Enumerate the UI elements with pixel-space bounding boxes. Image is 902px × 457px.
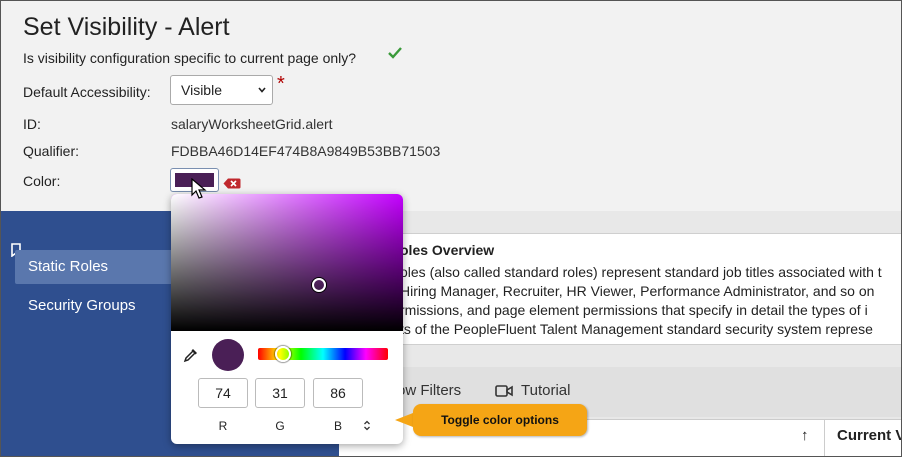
clear-color-icon[interactable] [223,178,241,189]
color-preview [212,339,244,371]
accessibility-value: Visible [181,82,222,98]
qualifier-value: FDBBA46D14EF474B8A9849B53BB71503 [171,143,441,159]
overview-line: oles (also called standard roles) repres… [400,264,882,280]
column-header-current[interactable]: Current V [837,427,901,444]
overview-line: ts of the PeopleFluent Talent Management… [400,321,873,337]
overview-panel: oles Overview oles (also called standard… [351,233,901,345]
chevron-down-icon [258,87,266,93]
qualifier-label: Qualifier: [23,143,80,159]
callout-pointer [395,413,413,427]
overview-title: oles Overview [400,242,495,258]
required-marker: * [277,73,285,95]
blue-label: B [333,419,342,433]
sort-arrow[interactable]: ↑ [801,427,809,444]
page-title: Set Visibility - Alert [23,13,230,41]
toggle-chevron-icon[interactable] [363,420,371,431]
check-icon [388,47,402,59]
red-input[interactable]: 74 [198,378,248,408]
saturation-value-area[interactable] [171,194,403,331]
sidebar-item-static-roles[interactable]: Static Roles [15,250,173,284]
id-value: salaryWorksheetGrid.alert [171,116,333,132]
column-divider [824,419,825,456]
red-label: R [218,419,228,433]
saturation-black-layer [171,194,403,331]
hue-slider-handle[interactable] [275,346,291,362]
accessibility-select[interactable]: Visible [170,75,273,105]
accessibility-label: Default Accessibility: [23,84,151,100]
window: Static Roles Security Groups oles Overvi… [0,0,902,457]
eyedropper-icon[interactable] [183,347,199,363]
tutorial-button[interactable]: Tutorial [521,382,570,399]
page-only-question: Is visibility configuration specific to … [23,50,357,66]
video-camera-icon [495,385,513,397]
toggle-options-callout: Toggle color options [413,404,587,436]
id-label: ID: [23,116,41,132]
overview-line: Hiring Manager, Recruiter, HR Viewer, Pe… [400,283,875,299]
mouse-cursor-icon [191,178,207,199]
overview-line: rmissions, and page element permissions … [400,302,868,318]
green-label: G [275,419,285,433]
show-filters-button[interactable]: ow Filters [397,382,461,399]
blue-input[interactable]: 86 [313,378,363,408]
green-input[interactable]: 31 [255,378,305,408]
sidebar-item-security-groups[interactable]: Security Groups [15,289,173,323]
color-picker-popup: 74 31 86 R G B [171,194,403,444]
saturation-handle[interactable] [312,278,326,292]
color-label: Color: [23,173,61,189]
